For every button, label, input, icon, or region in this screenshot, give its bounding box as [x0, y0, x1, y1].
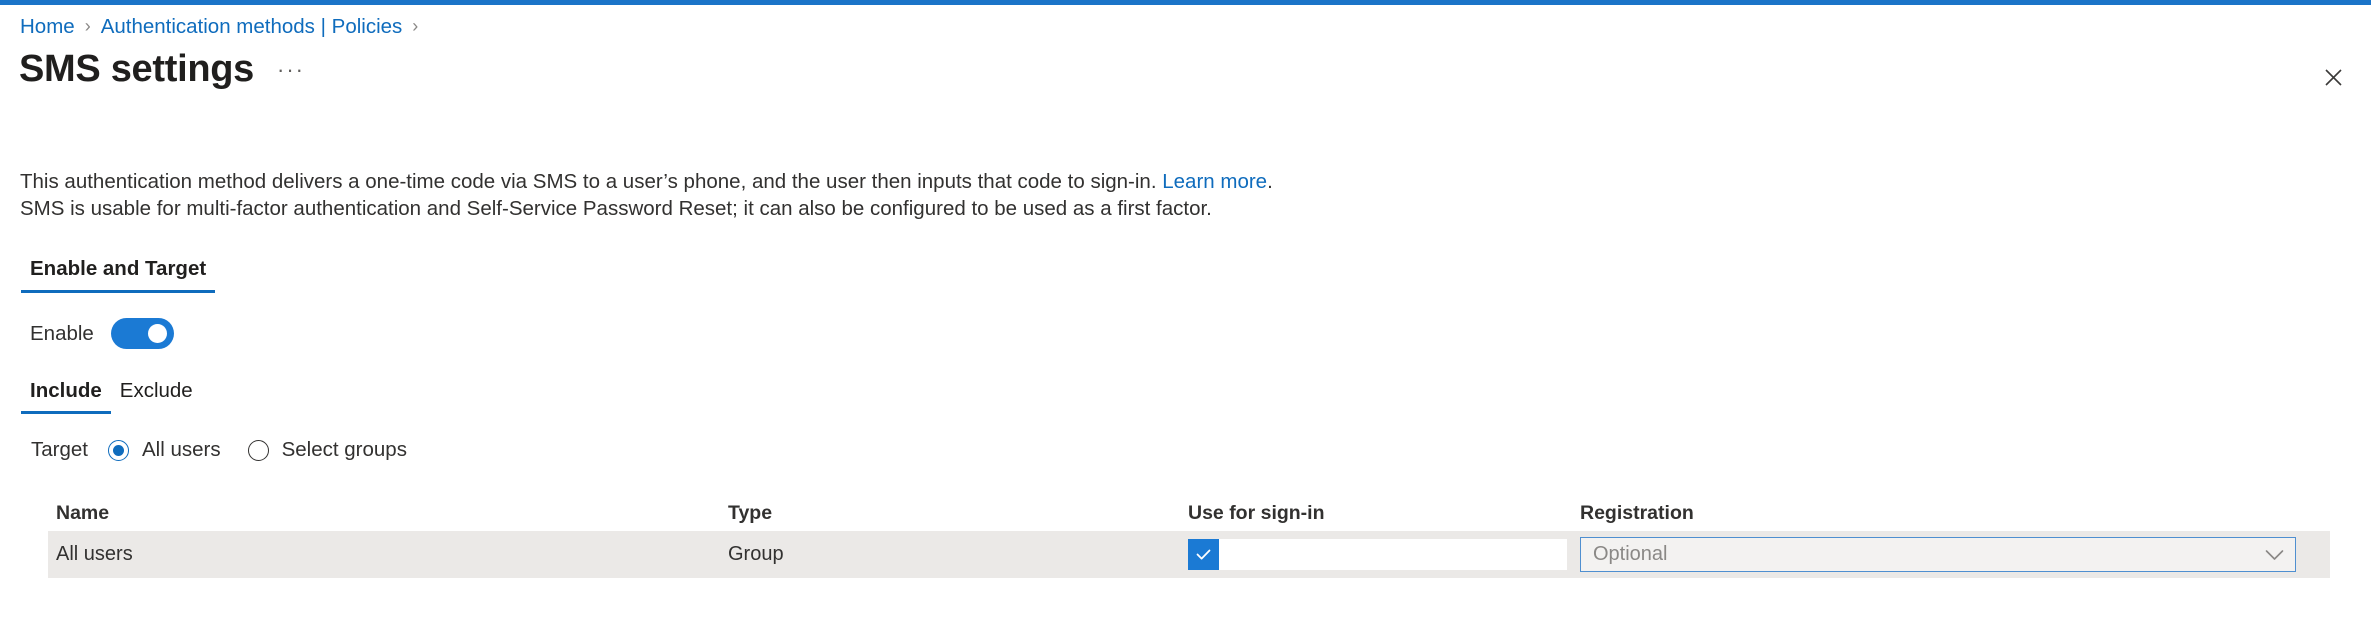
radio-select-groups-label: Select groups [281, 438, 407, 461]
column-header-type: Type [728, 502, 773, 524]
use-for-sign-in-checkbox[interactable] [1188, 539, 1219, 570]
target-table: Name Type Use for sign-in Registration A… [48, 496, 2330, 578]
pivot-tabs: Enable and Target [21, 253, 216, 293]
column-header-registration: Registration [1580, 502, 1694, 524]
description-line-1: This authentication method delivers a on… [20, 168, 1620, 195]
breadcrumb-separator-icon: › [84, 16, 91, 37]
title-row: SMS settings ··· [19, 48, 305, 92]
enable-toggle[interactable] [110, 318, 174, 349]
description-line-1-suffix: . [1267, 170, 1273, 193]
breadcrumb: Home › Authentication methods | Policies… [20, 16, 428, 38]
top-accent-bar [0, 0, 2371, 5]
description-text: This authentication method delivers a on… [20, 168, 1620, 222]
tab-enable-and-target[interactable]: Enable and Target [21, 253, 216, 293]
target-row: Target All users Select groups [31, 438, 407, 462]
target-label: Target [31, 438, 88, 461]
table-header-row: Name Type Use for sign-in Registration [48, 496, 2330, 531]
radio-all-users-indicator [107, 439, 129, 461]
column-header-use-for-sign-in: Use for sign-in [1188, 502, 1325, 524]
registration-dropdown-value: Optional [1593, 543, 1668, 565]
tab-exclude[interactable]: Exclude [111, 375, 202, 414]
radio-all-users-label: All users [141, 438, 221, 461]
breadcrumb-separator-icon: › [412, 16, 419, 37]
use-for-sign-in-field [1188, 539, 1567, 570]
page-title: SMS settings [19, 48, 254, 90]
enable-toggle-knob [147, 324, 167, 343]
description-line-1-text: This authentication method delivers a on… [20, 170, 1163, 193]
chevron-down-icon [2265, 549, 2284, 561]
breadcrumb-item-authentication-methods-policies[interactable]: Authentication methods | Policies [101, 16, 403, 38]
more-options-icon[interactable]: ··· [277, 57, 305, 83]
tab-include[interactable]: Include [21, 375, 111, 414]
cell-registration: Optional [1580, 537, 2330, 572]
table-row[interactable]: All users Group Optional [48, 531, 2330, 578]
close-icon [2324, 68, 2342, 86]
breadcrumb-item-home[interactable]: Home [20, 16, 75, 38]
radio-select-groups-indicator [247, 439, 269, 461]
radio-select-groups[interactable]: Select groups [247, 438, 407, 462]
cell-type: Group [728, 543, 784, 565]
check-icon [1196, 549, 1211, 560]
radio-all-users[interactable]: All users [107, 438, 221, 462]
learn-more-link[interactable]: Learn more [1162, 170, 1267, 193]
include-exclude-tabs: Include Exclude [21, 375, 202, 414]
cell-name: All users [56, 543, 133, 565]
cell-use-for-sign-in [1188, 539, 1580, 570]
enable-label: Enable [30, 321, 94, 345]
use-for-sign-in-field-filler [1219, 539, 1567, 570]
registration-dropdown[interactable]: Optional [1580, 537, 2296, 572]
column-header-name: Name [56, 502, 110, 524]
description-line-2: SMS is usable for multi-factor authentic… [20, 197, 1212, 220]
enable-row: Enable [30, 318, 174, 349]
close-button[interactable] [2318, 62, 2348, 92]
